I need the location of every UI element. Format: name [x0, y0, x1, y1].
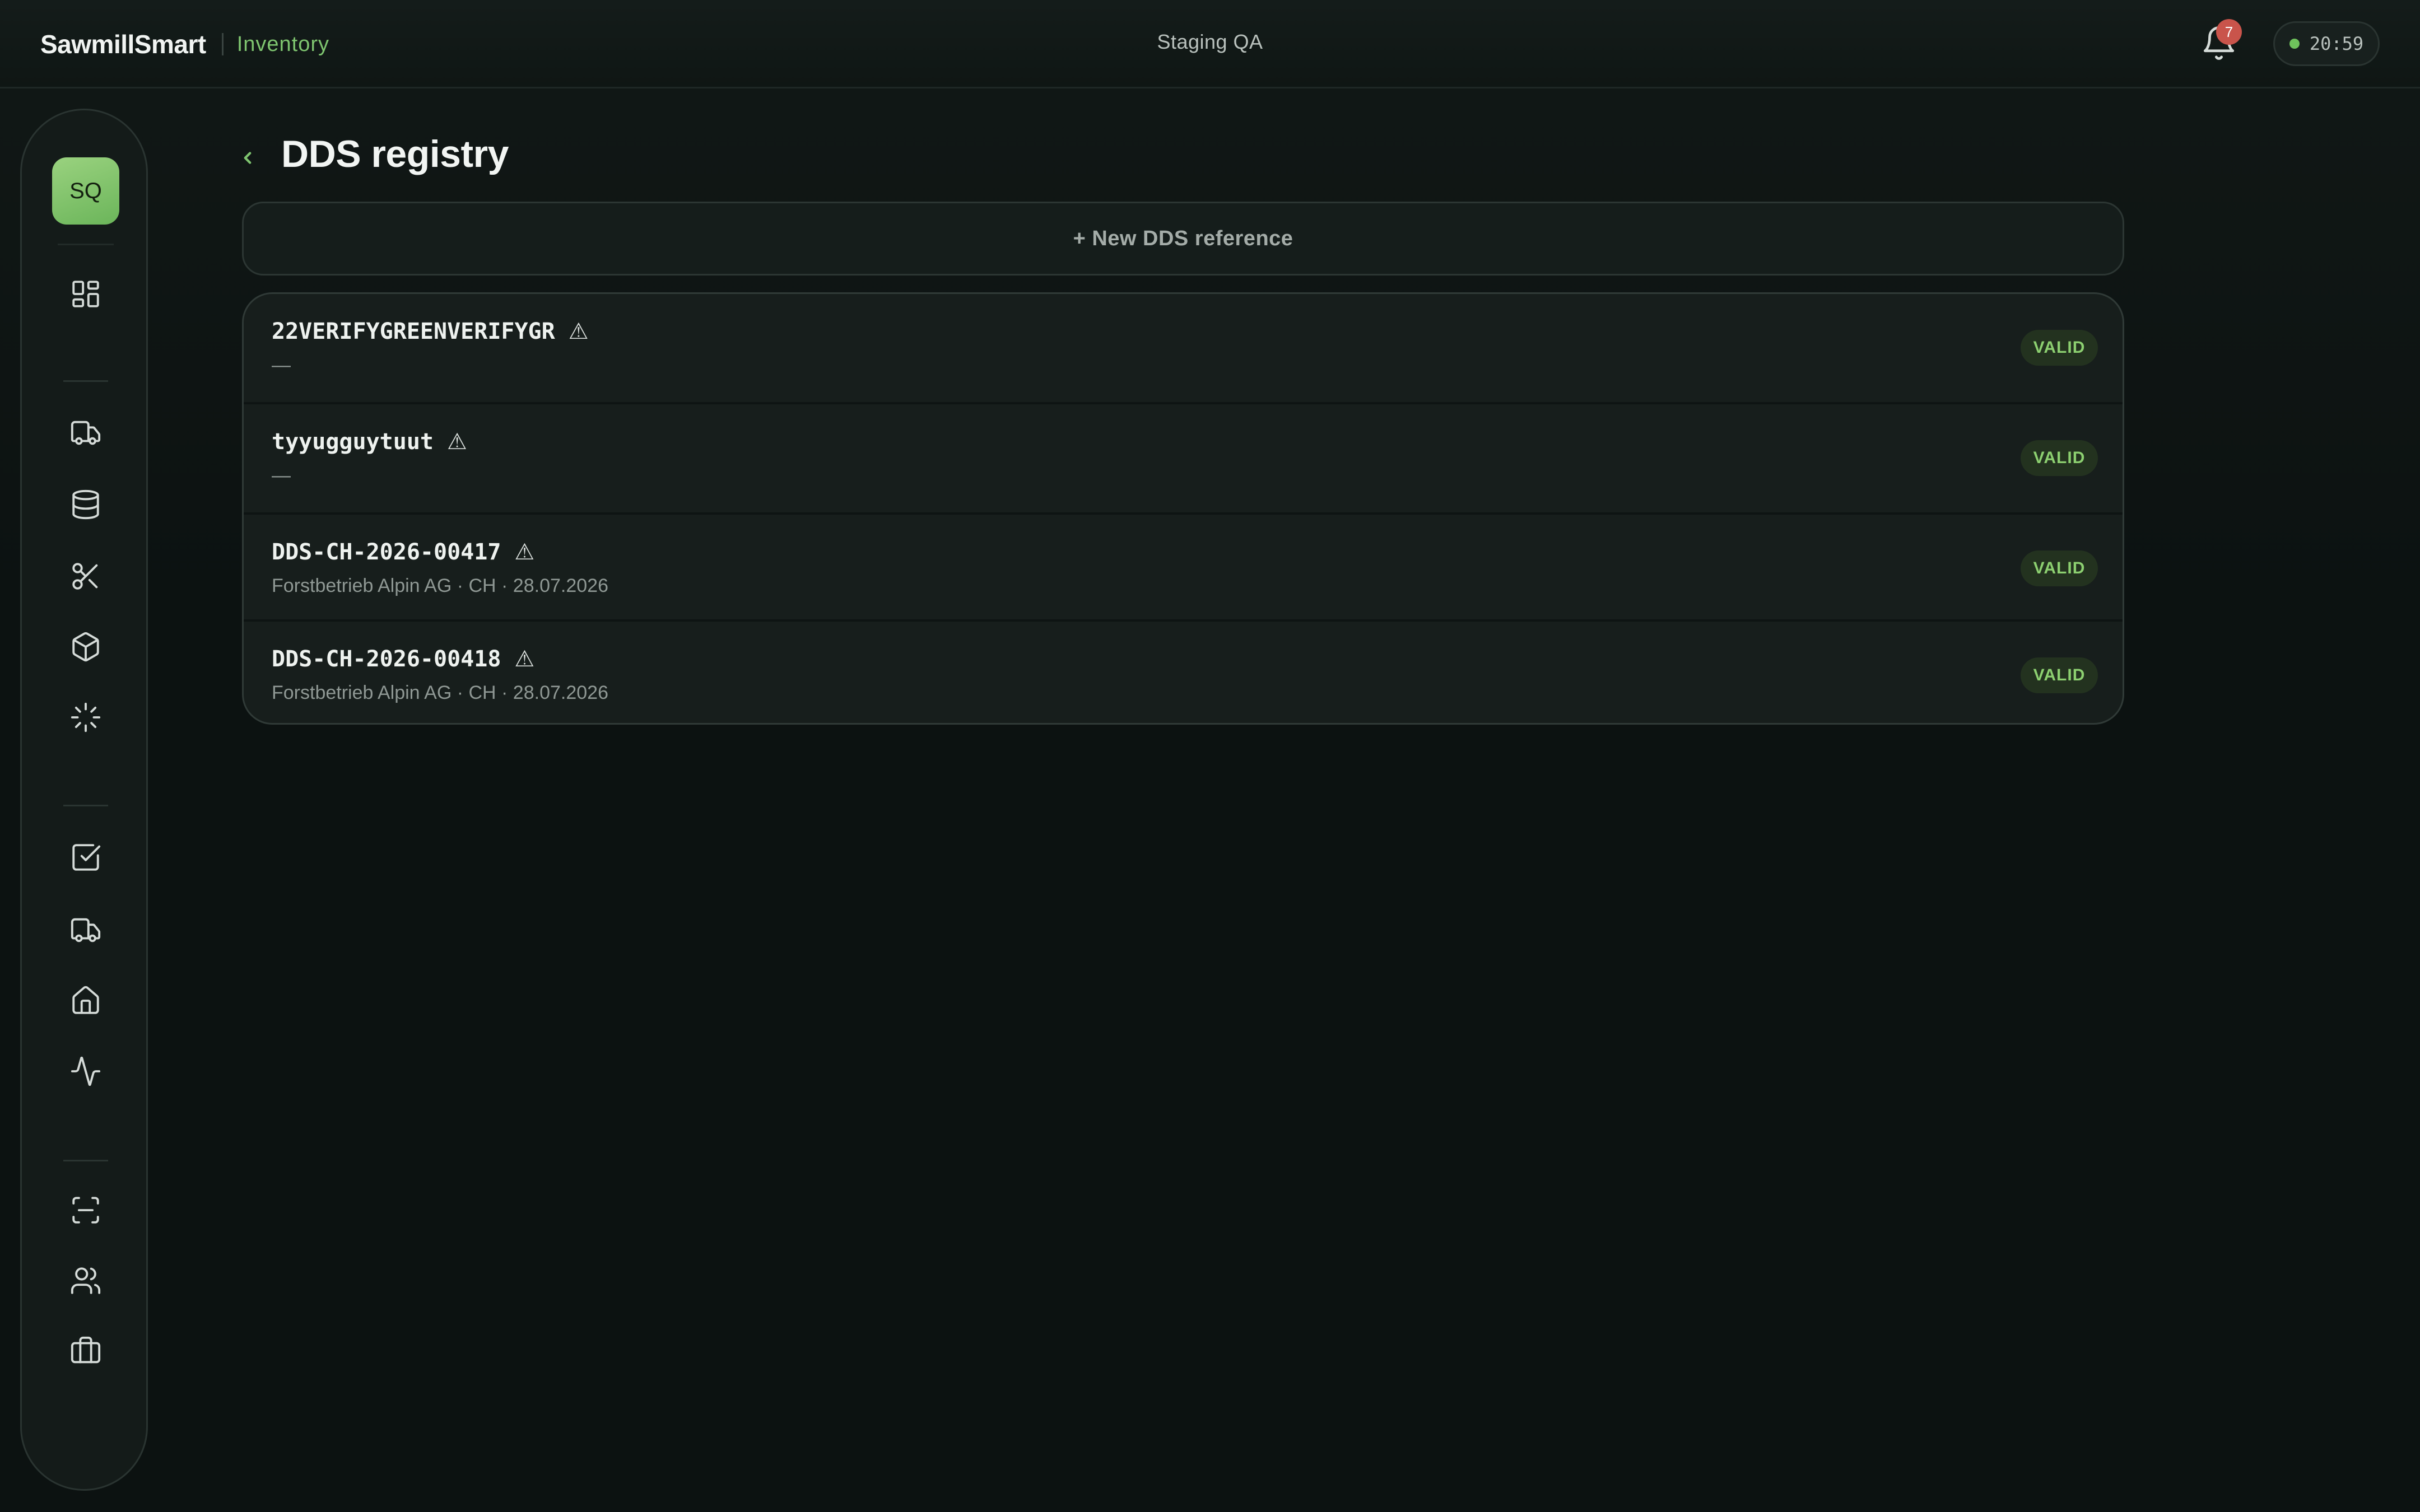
nav-divider — [63, 1160, 108, 1161]
nav-products[interactable] — [63, 624, 108, 669]
warning-icon: ⚠ — [514, 647, 535, 671]
status-badge: VALID — [2021, 440, 2098, 476]
reference-details: Forstbetrieb Alpin AG · CH · 28.07.2026 — [272, 575, 608, 596]
scan-icon — [72, 1197, 99, 1224]
delivery-truck-icon — [71, 918, 101, 942]
top-bar: SawmillSmart Inventory Staging QA 7 20:5… — [0, 0, 2420, 88]
dds-registry-list: 22VERIFYGREENVERIFYGR ⚠ — VALID tyyugguy… — [242, 292, 2124, 725]
home-icon — [72, 986, 99, 1014]
avatar-divider — [58, 244, 114, 245]
reference-code: tyyugguytuut — [272, 429, 434, 455]
status-badge: VALID — [2021, 330, 2098, 366]
nav-users[interactable] — [63, 1258, 108, 1303]
reference: tyyugguytuut ⚠ — [272, 429, 467, 455]
reference-code: DDS-CH-2026-00418 — [272, 646, 501, 672]
database-icon — [72, 489, 99, 520]
warning-icon: ⚠ — [514, 540, 535, 564]
list-item[interactable]: tyyugguytuut ⚠ — VALID — [244, 404, 2123, 512]
list-item[interactable]: 22VERIFYGREENVERIFYGR ⚠ — VALID — [244, 294, 2123, 402]
status-badge: VALID — [2021, 550, 2098, 586]
sidebar: SQ — [20, 109, 148, 1491]
chevron-left-icon — [244, 152, 252, 164]
checkbox-icon — [72, 844, 101, 871]
app-root: SawmillSmart Inventory Staging QA 7 20:5… — [0, 0, 2420, 1512]
nav-dashboard[interactable] — [63, 272, 108, 316]
online-status-dot — [2289, 39, 2300, 49]
nav-activity[interactable] — [63, 1049, 108, 1094]
environment-label: Staging QA — [1157, 30, 1263, 53]
dashboard-icon — [72, 281, 99, 307]
nav-processing[interactable] — [63, 695, 108, 740]
activity-icon — [71, 1056, 101, 1086]
reference: DDS-CH-2026-00417 ⚠ — [272, 539, 534, 565]
reference-code: DDS-CH-2026-00417 — [272, 539, 501, 565]
reference: DDS-CH-2026-00418 ⚠ — [272, 646, 534, 672]
nav-divider — [63, 380, 108, 382]
nav-tasks[interactable] — [63, 835, 108, 880]
nav-business[interactable] — [63, 1329, 108, 1374]
new-dds-reference-button[interactable]: + New DDS reference — [242, 202, 2124, 276]
reference-details: — — [272, 354, 291, 376]
users-icon — [71, 1267, 101, 1294]
avatar[interactable]: SQ — [52, 157, 119, 225]
list-item[interactable]: DDS-CH-2026-00417 ⚠ Forstbetrieb Alpin A… — [244, 515, 2123, 623]
nav-shipping[interactable] — [63, 908, 108, 953]
scissors-icon — [72, 563, 98, 590]
warning-icon: ⚠ — [568, 319, 589, 344]
notification-count-badge: 7 — [2216, 19, 2242, 45]
warning-icon: ⚠ — [446, 430, 467, 454]
nav-scan[interactable] — [63, 1188, 108, 1233]
page-title: DDS registry — [281, 133, 509, 175]
list-item[interactable]: DDS-CH-2026-00418 ⚠ Forstbetrieb Alpin A… — [244, 622, 2123, 723]
nav-home[interactable] — [63, 978, 108, 1023]
reference-details: — — [272, 465, 291, 486]
status-badge: VALID — [2021, 657, 2098, 693]
reference-details: Forstbetrieb Alpin AG · CH · 28.07.2026 — [272, 682, 608, 703]
back-button[interactable] — [235, 141, 260, 175]
loader-icon — [71, 702, 101, 732]
clock-time: 20:59 — [2309, 33, 2364, 54]
briefcase-icon — [71, 1336, 101, 1364]
reference-code: 22VERIFYGREENVERIFYGR — [272, 319, 555, 344]
nav-divider — [63, 805, 108, 806]
nav-cutting[interactable] — [63, 554, 108, 599]
status-clock[interactable]: 20:59 — [2273, 21, 2380, 66]
box-icon — [72, 632, 99, 662]
nav-stock[interactable] — [63, 482, 108, 527]
truck-icon — [71, 421, 101, 445]
nav-deliveries[interactable] — [63, 410, 108, 455]
reference: 22VERIFYGREENVERIFYGR ⚠ — [272, 319, 589, 344]
